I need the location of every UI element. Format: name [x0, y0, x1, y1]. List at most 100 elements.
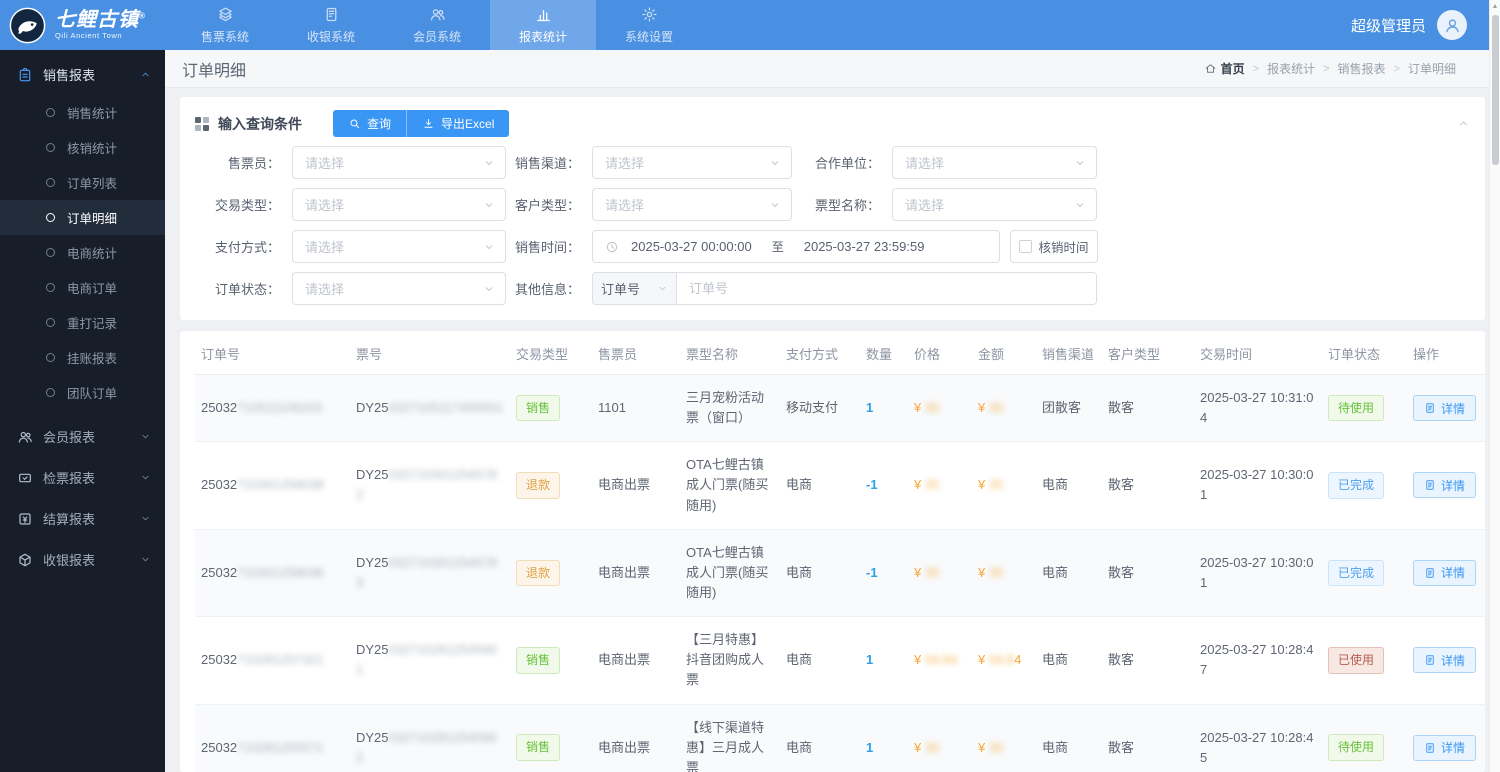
content-area: 输入查询条件 查询 导出Excel 售票员： 请选择 销售渠道： 请选择 合作单…: [165, 88, 1500, 772]
amount-value: ¥ 35: [978, 477, 1004, 493]
cell-customer-type: 散客: [1102, 704, 1194, 772]
filter-select-pay-method[interactable]: 请选择: [292, 230, 506, 263]
table-row: 25032710301258036 DY250327103012545783 退款 电…: [195, 529, 1485, 618]
cell-amount: ¥ 30: [972, 704, 1036, 772]
ticket-icon: [217, 6, 234, 23]
sidebar-section-settlement-report[interactable]: 结算报表: [0, 498, 165, 539]
breadcrumb-item[interactable]: 销售报表: [1338, 60, 1386, 77]
detail-button[interactable]: 详情: [1413, 395, 1477, 422]
home-icon: [1204, 62, 1217, 75]
quantity-value: 1: [866, 400, 874, 416]
cell-order-status: 已使用: [1322, 616, 1407, 705]
top-nav-settings[interactable]: 系统设置: [596, 0, 702, 50]
settings-icon: [641, 6, 658, 23]
cell-trade-type: 退款: [510, 441, 592, 530]
col-header-amount: 金额: [972, 331, 1036, 375]
sidebar-section-ticket-check-report[interactable]: 检票报表: [0, 457, 165, 498]
sidebar-item-sales-stats[interactable]: 销售统计: [0, 95, 165, 130]
query-button[interactable]: 查询: [333, 110, 407, 137]
top-nav-label: 系统设置: [624, 29, 673, 44]
page-header-bar: 订单明细 首页 > 报表统计 > 销售报表 > 订单明细: [165, 50, 1500, 88]
cell-order-status: 已完成: [1322, 529, 1407, 618]
scrollbar-up-arrow[interactable]: ▲: [1490, 0, 1500, 13]
sidebar-item-verify-stats[interactable]: 核销统计: [0, 130, 165, 165]
cashier-icon: [323, 6, 340, 23]
sidebar-item-group-orders[interactable]: 团队订单: [0, 375, 165, 410]
chevron-down-icon: [657, 283, 668, 294]
bullet-icon: [46, 213, 55, 222]
members-icon: [17, 429, 33, 445]
sale-time-range-picker[interactable]: 2025-03-27 00:00:00 至 2025-03-27 23:59:5…: [592, 230, 1000, 263]
top-nav-label: 售票系统: [200, 29, 249, 44]
export-excel-button[interactable]: 导出Excel: [406, 110, 510, 137]
top-menu: 售票系统 收银系统 会员系统 报表统计 系统设置: [172, 0, 702, 50]
detail-button[interactable]: 详情: [1413, 734, 1477, 761]
collapse-filters-icon[interactable]: [1457, 117, 1470, 130]
cell-actions: 详情: [1407, 704, 1485, 772]
sidebar-item-ecom-stats[interactable]: 电商统计: [0, 235, 165, 270]
cell-order-status: 已完成: [1322, 441, 1407, 530]
verify-time-checkbox[interactable]: 核销时间: [1010, 230, 1098, 263]
filter-label-seller: 售票员：: [227, 156, 280, 171]
checkbox-icon: [1019, 240, 1033, 253]
table-row: 25032710281255571 DY250327102812545902 销售 电…: [195, 704, 1485, 772]
redacted-text: 710281257321: [237, 652, 324, 668]
top-nav-label: 报表统计: [518, 29, 567, 44]
filter-label-ticket-type-name: 票型名称：: [814, 198, 880, 213]
order-no-input[interactable]: [677, 273, 1096, 304]
cell-quantity: 1: [860, 616, 908, 705]
top-nav-cashier[interactable]: 收银系统: [278, 0, 384, 50]
page-scrollbar[interactable]: ▲: [1489, 0, 1500, 772]
sidebar-section-cashier-report[interactable]: 收银报表: [0, 539, 165, 580]
chevron-down-icon: [1074, 199, 1086, 211]
bullet-icon: [46, 353, 55, 362]
detail-button[interactable]: 详情: [1413, 647, 1477, 674]
cell-price: ¥ 35: [908, 529, 972, 618]
sidebar-item-label: 挂账报表: [67, 352, 118, 366]
scrollbar-thumb[interactable]: [1492, 15, 1499, 165]
cashbox-icon: [17, 552, 33, 568]
cell-seller: 1101: [592, 374, 680, 443]
breadcrumb-item[interactable]: 报表统计: [1267, 60, 1315, 77]
registered-mark: ®: [139, 11, 146, 21]
chevron-down-icon: [140, 472, 151, 483]
filter-label-customer-type: 客户类型：: [514, 198, 580, 213]
top-nav-reports[interactable]: 报表统计: [490, 0, 596, 50]
trade-type-badge: 退款: [516, 559, 561, 587]
bullet-icon: [46, 283, 55, 292]
sidebar-item-order-list[interactable]: 订单列表: [0, 165, 165, 200]
sidebar-section-member-report[interactable]: 会员报表: [0, 416, 165, 457]
trade-type-badge: 销售: [516, 734, 561, 762]
cell-trade-type: 销售: [510, 374, 592, 443]
sidebar-item-ecom-orders[interactable]: 电商订单: [0, 270, 165, 305]
detail-button[interactable]: 详情: [1413, 472, 1477, 499]
detail-button[interactable]: 详情: [1413, 559, 1477, 586]
user-avatar[interactable]: [1437, 10, 1467, 40]
filter-select-partner[interactable]: 请选择: [892, 146, 1097, 179]
top-nav-member[interactable]: 会员系统: [384, 0, 490, 50]
cell-ticket-name: 【线下渠道特惠】三月成人票: [680, 704, 780, 772]
brand-logo[interactable]: 七鲤古镇® Qili Ancient Town: [0, 0, 172, 50]
filter-select-customer-type[interactable]: 请选择: [592, 188, 792, 221]
filter-select-trade-type[interactable]: 请选择: [292, 188, 506, 221]
sidebar-section-sales-report[interactable]: 销售报表: [0, 54, 165, 95]
filter-select-ticket-type-name[interactable]: 请选择: [892, 188, 1097, 221]
cell-ticket-no: DY250327105117450001: [350, 374, 510, 443]
top-nav-ticketing[interactable]: 售票系统: [172, 0, 278, 50]
filter-select-sales-channel[interactable]: 请选择: [592, 146, 792, 179]
top-nav-label: 会员系统: [412, 29, 461, 44]
filter-select-order-status[interactable]: 请选择: [292, 272, 506, 305]
cell-price: ¥ 30: [908, 704, 972, 772]
other-info-field-select[interactable]: 订单号: [593, 273, 677, 304]
cell-order-no: 25032710301258038: [195, 441, 350, 530]
sidebar-item-reprint-records[interactable]: 重打记录: [0, 305, 165, 340]
redacted-text: 710301258036: [237, 564, 324, 580]
sidebar-item-credit-report[interactable]: 挂账报表: [0, 340, 165, 375]
breadcrumb-item: 首页: [1220, 62, 1245, 76]
breadcrumb-home[interactable]: 首页: [1204, 60, 1245, 77]
chevron-down-icon: [769, 157, 781, 169]
sidebar-item-order-detail[interactable]: 订单明细: [0, 200, 165, 235]
filter-select-seller[interactable]: 请选择: [292, 146, 506, 179]
cell-actions: 详情: [1407, 616, 1485, 705]
table-row: 25032710511106203 DY250327105117450001 销售 1…: [195, 374, 1485, 443]
